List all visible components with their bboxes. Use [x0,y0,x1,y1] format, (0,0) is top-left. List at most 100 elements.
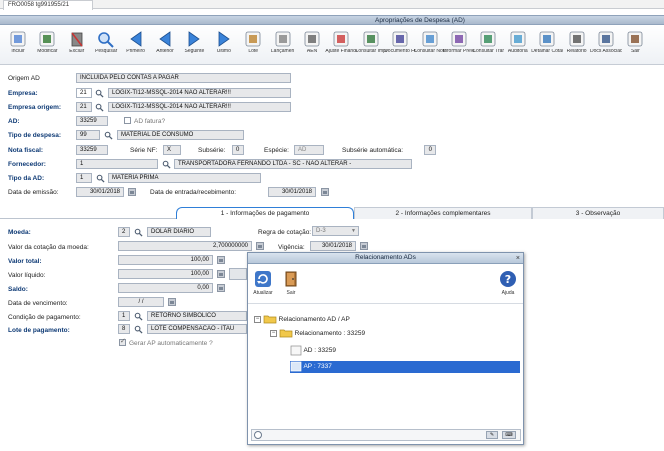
tipo-ad-label: Tipo da AD: [8,175,45,182]
collapse-icon[interactable]: − [254,315,261,323]
entries-icon [275,31,290,47]
report-icon [569,31,584,47]
document-tab[interactable]: FRO0058 tg991955/21 [3,0,93,10]
data-emissao-field: 30/01/2018 [76,187,124,197]
condicao-pagamento-search-icon[interactable] [134,312,143,321]
toolbar-button-relat-rio[interactable]: Relatório [561,27,593,63]
toolbar-button--ltimo[interactable]: Último [208,27,240,63]
valor-cotacao-calc-icon[interactable] [256,242,264,250]
tipo-ad-search-icon[interactable] [96,174,105,183]
tree-node-ad[interactable]: AD : 33259 [290,345,386,357]
valor-liquido-field: 100,00 [118,269,213,279]
tree-ad-label: AD : 33259 [303,347,336,355]
empresa-label: Empresa: [8,90,38,97]
empresa-origem-search-icon[interactable] [95,103,104,112]
window-title-bar: Apropriações de Despesa (AD) [0,15,664,25]
edit-icon[interactable]: ✎ [486,431,498,439]
subserie-field: 0 [232,145,244,155]
tipo-despesa-search-icon[interactable] [104,131,113,140]
tree-root-label: Relacionamento AD / AP [278,316,350,323]
valor-total-field: 100,00 [118,255,213,265]
collapse-icon[interactable]: − [270,329,277,337]
ajuda-button[interactable]: ? Ajuda [493,270,523,296]
data-entrada-calendar-icon[interactable] [321,188,329,196]
toolbar-button-incluir[interactable]: Incluir [2,27,34,63]
lote-pagamento-search-icon[interactable] [134,325,143,334]
previous-icon [159,31,171,47]
toolbar-button-detalhar-cota-o[interactable]: Detalhar Cotação [531,27,563,63]
main-toolbar: Incluir Modificar Excluir Pesquisar Primeiro… [0,25,664,65]
toolbar-button-seguinte[interactable]: Seguinte [178,27,210,63]
valor-total-calc-icon[interactable] [217,256,225,264]
aen-icon [304,31,320,47]
subserie-label: Subsérie: [198,147,226,154]
tree-node-root[interactable]: − Relacionamento AD / AP [254,314,350,326]
toolbar-button-informar-previs-o[interactable]: Informar Previsão [443,27,475,63]
toolbar-button-consultar-nota[interactable]: Consultar Nota [414,27,446,63]
vigencia-calendar-icon[interactable] [360,242,368,250]
toolbar-button-primeiro[interactable]: Primeiro [120,27,152,63]
tab-informacoes-complementares[interactable]: 2 - Informações complementares [354,207,532,219]
tipo-despesa-code-field: 99 [76,130,100,140]
toolbar-button-ajuste-financeiro[interactable]: Ajuste Financeiro [325,27,357,63]
toolbar-button-excluir[interactable]: Excluir [61,27,93,63]
toolbar-button-consultar-impostos[interactable]: Consultar Impostos [355,27,387,63]
data-vencimento-calendar-icon[interactable] [168,298,176,306]
toolbar-button-label: Último [216,49,231,54]
fornecedor-search-icon[interactable] [162,160,171,169]
toolbar-button-label: Anterior [156,49,174,54]
first-icon [129,31,141,47]
empresa-origem-name-field: LOGIX-TI12-MSSQL-2014 NÃO ALTERAR!!! [108,102,291,112]
toolbar-button-aen[interactable]: AEN [296,27,328,63]
valor-cotacao-label: Valor da cotação da moeda: [8,244,89,251]
tab-informacoes-pagamento[interactable]: 1 - Informações de pagamento [176,207,354,219]
nota-fiscal-label: Nota fiscal: [8,147,44,154]
sair-button[interactable]: Sair [276,270,306,296]
tree-node-relacionamento[interactable]: − Relacionamento : 33259 [270,328,365,340]
nota-fiscal-field: 33259 [76,145,108,155]
ad-label: AD: [8,118,20,125]
condicao-pagamento-label: Condição de pagamento: [8,314,81,321]
dialog-title: Relacionamento ADs [355,254,416,261]
tab-observacao[interactable]: 3 - Observação [532,207,664,219]
moeda-code-field: 2 [118,227,130,237]
moeda-search-icon[interactable] [134,228,143,237]
condicao-pagamento-name-field: RETORNO SIMBÓLICO [147,311,247,321]
toolbar-button-docs-associados[interactable]: Docs Associados [590,27,622,63]
toolbar-button-sair[interactable]: Sair [619,27,651,63]
data-entrada-label: Data de entrada/recebimento: [150,189,236,196]
tree-ap-label: AP : 7337 [303,363,332,371]
moeda-label: Moeda: [8,229,31,236]
exit-door-icon [285,271,297,287]
regra-cotacao-value: D-3 [316,228,326,234]
taxes-icon [363,31,379,47]
empresa-code-field[interactable]: 21 [76,88,92,98]
origem-ad-label: Origem AD [8,75,40,82]
toolbar-button-auditoria[interactable]: Auditoria [502,27,534,63]
audit-icon [510,31,526,47]
tree-node-ap[interactable]: AP : 7337 [290,361,520,373]
chevron-down-icon: ▼ [351,228,356,234]
empresa-search-icon[interactable] [95,89,104,98]
toolbar-button-anterior[interactable]: Anterior [149,27,181,63]
toolbar-button-lan-amen[interactable]: Lançamen [267,27,299,63]
close-icon[interactable]: × [516,254,520,263]
gerar-ap-checkbox[interactable]: ✓ [119,338,126,346]
ad-fatura-checkbox[interactable] [124,117,131,124]
toolbar-button-documento-fiscais[interactable]: Documento Fiscais [384,27,416,63]
hidden-button[interactable] [229,268,247,280]
valor-liquido-calc-icon[interactable] [217,270,225,278]
keyboard-icon[interactable]: ⌨ [502,431,516,439]
data-emissao-calendar-icon[interactable] [128,188,136,196]
condicao-pagamento-code-field: 1 [118,311,130,321]
toolbar-button-consultar-transf-[interactable]: Consultar Transf. [472,27,504,63]
toolbar-button-modificar[interactable]: Modificar [31,27,63,63]
toolbar-button-label: Lote [248,49,259,54]
atualizar-button[interactable]: Atualizar [248,270,278,296]
toolbar-button-lote[interactable]: Lote [237,27,269,63]
toolbar-button-label: Excluir [69,49,85,54]
check-icon: ✓ [120,338,126,345]
toolbar-button-pesquisar[interactable]: Pesquisar [90,27,122,63]
document-icon [290,345,302,356]
saldo-calc-icon[interactable] [217,284,225,292]
